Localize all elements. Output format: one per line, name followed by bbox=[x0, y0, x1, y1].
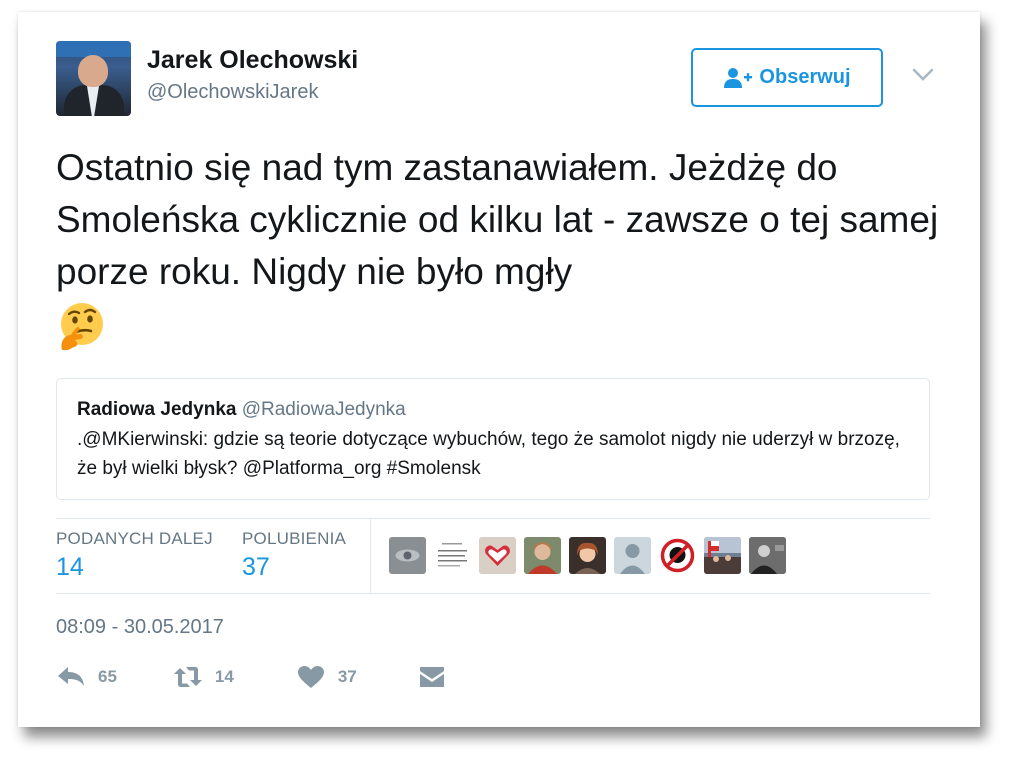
tweet-actions: 65 14 37 bbox=[56, 664, 493, 690]
tweet-timestamp[interactable]: 08:09 - 30.05.2017 bbox=[56, 616, 224, 639]
direct-message-action[interactable] bbox=[417, 664, 447, 690]
liker-avatar[interactable] bbox=[614, 537, 651, 574]
likers-avatars bbox=[389, 537, 786, 574]
heart-icon bbox=[297, 666, 324, 688]
quoted-author-name: Radiowa Jedynka bbox=[77, 399, 237, 420]
tweet-stats: PODANYCH DALEJ 14 POLUBIENIA 37 bbox=[56, 518, 930, 594]
quoted-tweet-text: .@MKierwinski: gdzie są teorie dotyczące… bbox=[77, 429, 900, 479]
thinking-face-emoji-icon bbox=[61, 303, 103, 350]
person-plus-icon bbox=[724, 67, 753, 88]
chevron-down-icon[interactable] bbox=[912, 68, 934, 82]
follow-button[interactable]: Obserwuj bbox=[691, 48, 883, 107]
envelope-icon bbox=[419, 667, 444, 687]
retweets-value: 14 bbox=[56, 553, 84, 581]
author-avatar[interactable] bbox=[56, 41, 131, 116]
likes-label: POLUBIENIA bbox=[242, 529, 347, 548]
liker-avatar[interactable] bbox=[749, 537, 786, 574]
stats-divider bbox=[370, 519, 371, 593]
tweet-text-block: Ostatnio się nad tym zastanawiałem. Jeżd… bbox=[56, 142, 956, 352]
tweet-text: Ostatnio się nad tym zastanawiałem. Jeżd… bbox=[56, 147, 939, 292]
quoted-tweet-header: Radiowa Jedynka @RadiowaJedynka bbox=[77, 397, 909, 423]
like-count: 37 bbox=[337, 667, 357, 686]
retweet-action[interactable]: 14 bbox=[173, 664, 234, 690]
liker-avatar[interactable] bbox=[479, 537, 516, 574]
liker-avatar[interactable] bbox=[659, 537, 696, 574]
likes-stat[interactable]: POLUBIENIA 37 bbox=[242, 529, 346, 582]
quoted-author-handle: @RadiowaJedynka bbox=[241, 399, 406, 420]
quoted-tweet[interactable]: Radiowa Jedynka @RadiowaJedynka .@MKierw… bbox=[56, 378, 930, 500]
retweet-icon bbox=[173, 667, 202, 687]
tweet-card: Jarek Olechowski @OlechowskiJarek Obserw… bbox=[18, 12, 980, 727]
retweets-label: PODANYCH DALEJ bbox=[56, 529, 213, 548]
author-name[interactable]: Jarek Olechowski bbox=[147, 46, 358, 75]
liker-avatar[interactable] bbox=[524, 537, 561, 574]
liker-avatar[interactable] bbox=[704, 537, 741, 574]
follow-button-label: Obserwuj bbox=[759, 66, 851, 88]
likes-value: 37 bbox=[242, 553, 270, 581]
retweet-count: 14 bbox=[214, 667, 234, 686]
reply-count: 65 bbox=[98, 667, 117, 686]
reply-icon bbox=[58, 667, 84, 686]
liker-avatar[interactable] bbox=[569, 537, 606, 574]
like-action[interactable]: 37 bbox=[296, 664, 357, 690]
reply-action[interactable]: 65 bbox=[56, 664, 117, 690]
retweets-stat[interactable]: PODANYCH DALEJ 14 bbox=[56, 529, 213, 582]
liker-avatar[interactable] bbox=[389, 537, 426, 574]
author-handle[interactable]: @OlechowskiJarek bbox=[147, 81, 318, 104]
liker-avatar[interactable] bbox=[434, 537, 471, 574]
